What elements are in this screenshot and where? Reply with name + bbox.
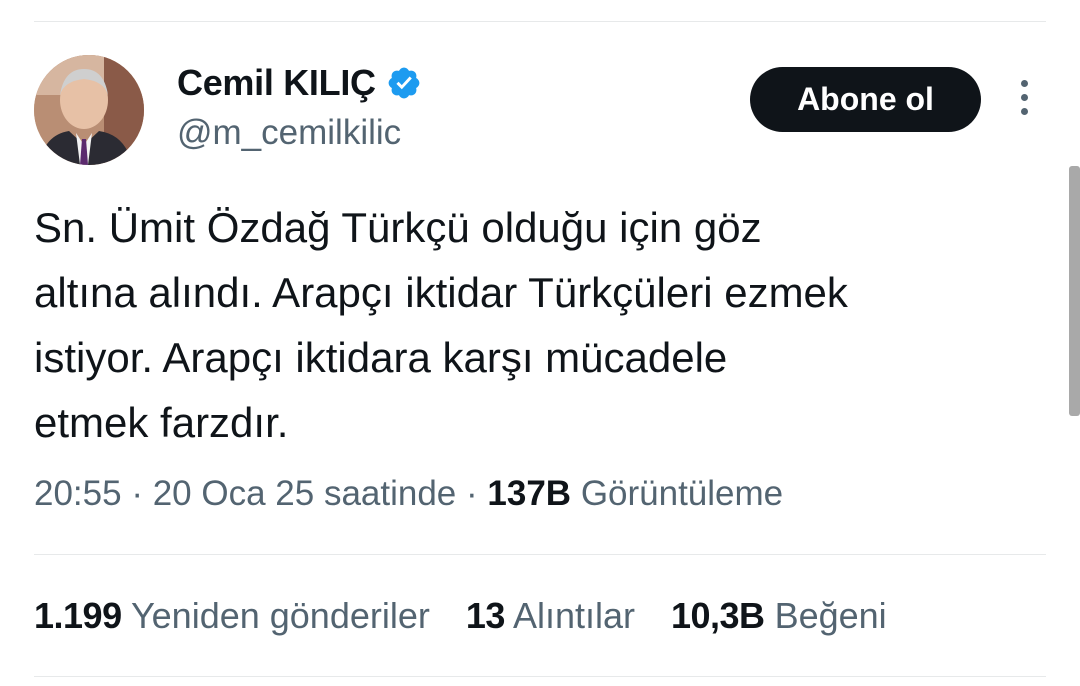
likes-count: 10,3B	[670, 595, 765, 636]
avatar-photo	[34, 55, 144, 165]
tweet-stats: 1.199 Yeniden gönderiler 13 Alıntılar 10…	[34, 595, 923, 637]
tweet-date[interactable]: 20 Oca 25 saatinde	[153, 474, 457, 513]
top-divider	[34, 21, 1046, 22]
tweet-time[interactable]: 20:55	[34, 474, 122, 513]
meta-separator: ·	[466, 474, 478, 513]
likes-stat[interactable]: 10,3B Beğeni	[671, 595, 887, 637]
scrollbar[interactable]	[1069, 166, 1080, 416]
more-vertical-icon[interactable]	[1012, 80, 1036, 120]
author-name[interactable]: Cemil KILIÇ	[177, 62, 376, 104]
retweets-stat[interactable]: 1.199 Yeniden gönderiler	[34, 595, 430, 637]
quotes-stat[interactable]: 13 Alıntılar	[466, 595, 635, 637]
tweet-meta: 20:55 · 20 Oca 25 saatinde · 137B Görünt…	[34, 474, 783, 514]
author-handle[interactable]: @m_cemilkilic	[177, 113, 401, 153]
views-label: Görüntüleme	[580, 474, 784, 513]
avatar[interactable]	[34, 55, 144, 165]
retweets-label: Yeniden gönderiler	[130, 595, 430, 636]
meta-separator: ·	[131, 474, 143, 513]
tweet-text: Sn. Ümit Özdağ Türkçü olduğu için göz al…	[34, 204, 848, 446]
quotes-label: Alıntılar	[512, 595, 635, 636]
views-count: 137B	[487, 474, 572, 513]
author-name-row: Cemil KILIÇ	[177, 62, 422, 104]
stats-divider	[34, 676, 1046, 677]
quotes-count: 13	[465, 595, 506, 636]
verified-badge-icon	[386, 65, 422, 101]
follow-button[interactable]: Abone ol	[750, 67, 981, 132]
retweets-count: 1.199	[34, 595, 122, 636]
meta-divider	[34, 554, 1046, 555]
likes-label: Beğeni	[774, 595, 887, 636]
